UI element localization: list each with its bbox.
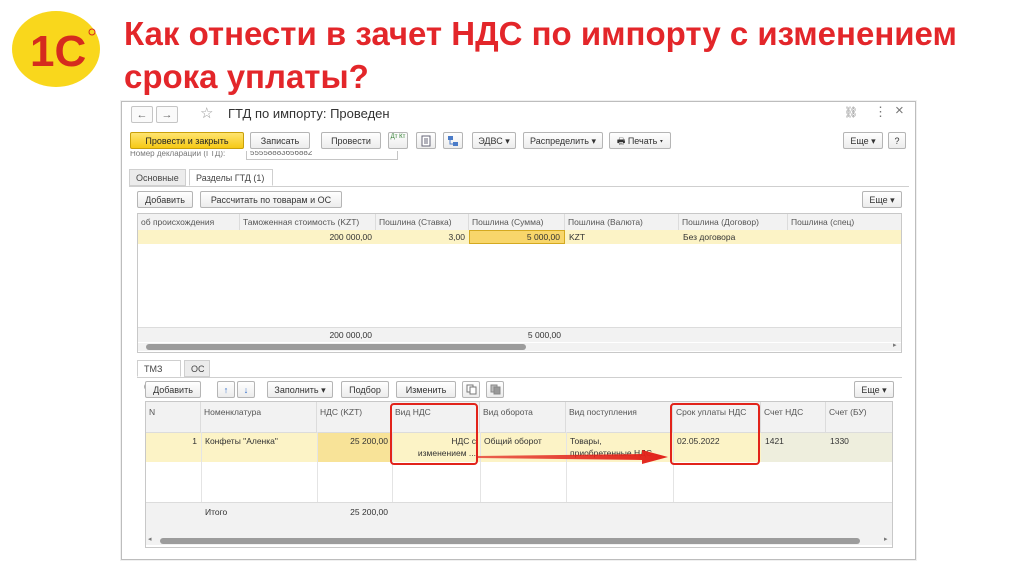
sections-add-button[interactable]: Добавить [137, 191, 193, 208]
more-vert-icon[interactable]: ⋮ [874, 104, 887, 120]
customs-value-cell: 200 000,00 [329, 232, 372, 242]
column-header[interactable]: Таможенная стоимость (KZT) [240, 214, 376, 230]
select-button[interactable]: Подбор [341, 381, 389, 398]
column-header[interactable]: Пошлина (Валюта) [565, 214, 679, 230]
scrollbar-thumb[interactable] [160, 538, 860, 544]
change-button[interactable]: Изменить [396, 381, 456, 398]
logo-text: 1С [30, 27, 86, 76]
printer-icon: 🖶 [616, 136, 628, 146]
vat-account-cell: 1421 [761, 433, 826, 462]
table-row[interactable]: 200 000,00 3,00 5 000,00 KZT Без договор… [138, 230, 901, 244]
tab-tmz[interactable]: ТМЗ (1) [137, 360, 181, 391]
arrow-icon [476, 450, 668, 464]
post-and-close-button[interactable]: Провести и закрыть [130, 132, 244, 149]
item-cell: Конфеты "Аленка" [205, 436, 278, 446]
horizontal-scrollbar[interactable]: ▸ [138, 341, 901, 351]
bu-account-cell: 1330 [826, 433, 892, 462]
print-dropdown[interactable]: 🖶 Печать ▾ [609, 132, 671, 149]
row-number: 1 [192, 436, 197, 446]
duty-sum-cell[interactable]: 5 000,00 [469, 230, 565, 244]
declaration-number-label: Номер декларации (ГТД): [130, 151, 226, 158]
column-header[interactable]: N [146, 402, 201, 432]
more-button[interactable]: Еще ▾ [843, 132, 883, 149]
column-header[interactable]: Счет НДС [761, 402, 826, 432]
column-header[interactable]: Вид оборота [480, 402, 566, 432]
post-button[interactable]: Провести [321, 132, 381, 149]
sections-more-button[interactable]: Еще ▾ [862, 191, 902, 208]
tab-main[interactable]: Основные [129, 169, 186, 186]
scroll-left-icon[interactable]: ◂ [148, 535, 152, 543]
document-window: ← → ☆ ГТД по импорту: Проведен ⛓ ⋮ × Про… [121, 101, 916, 560]
fill-dropdown[interactable]: Заполнить ▾ [267, 381, 333, 398]
vat-amount-cell[interactable]: 25 200,00 [317, 433, 392, 462]
back-icon[interactable]: ← [131, 106, 153, 123]
paste-icon[interactable] [486, 381, 504, 398]
duty-contract-cell: Без договора [683, 232, 736, 242]
scroll-right-icon[interactable]: ▸ [884, 535, 888, 543]
print-label: Печать ▾ [627, 136, 664, 146]
goods-add-button[interactable]: Добавить [145, 381, 201, 398]
totals-row: 200 000,00 5 000,00 [138, 327, 901, 342]
gtd-sections-table: об происхождения Таможенная стоимость (K… [137, 213, 902, 353]
structure-icon[interactable] [443, 132, 463, 149]
forward-icon[interactable]: → [156, 106, 178, 123]
column-header[interactable]: Пошлина (спец) [788, 214, 901, 230]
tab-os[interactable]: ОС [184, 360, 210, 377]
report-icon[interactable] [416, 132, 436, 149]
column-header[interactable]: Номенклатура [201, 402, 317, 432]
column-header[interactable]: Пошлина (Сумма) [469, 214, 565, 230]
slide-title: Как отнести в зачет НДС по импорту с изм… [124, 15, 957, 95]
declaration-number-field[interactable]: 55558883656882 [246, 151, 398, 160]
customs-value-total: 200 000,00 [329, 330, 372, 340]
duty-rate-cell: 3,00 [448, 232, 465, 242]
receipt-line1: Товары, [570, 436, 602, 446]
1c-logo: 1С [10, 8, 102, 90]
move-down-icon[interactable]: ↓ [237, 381, 255, 398]
duty-currency-cell: KZT [569, 232, 586, 242]
distribute-dropdown[interactable]: Распределить ▾ [523, 132, 603, 149]
edvs-dropdown[interactable]: ЭДВС ▾ [472, 132, 516, 149]
tab-gtd-sections[interactable]: Разделы ГТД (1) [189, 169, 273, 186]
duty-sum-total: 5 000,00 [527, 330, 561, 340]
column-header[interactable]: об происхождения [138, 214, 240, 230]
calculate-button[interactable]: Рассчитать по товарам и ОС [200, 191, 342, 208]
goods-table: N Номенклатура НДС (KZT) Вид НДС Вид обо… [145, 401, 893, 548]
copy-icon[interactable] [462, 381, 480, 398]
star-icon[interactable]: ☆ [200, 104, 213, 122]
column-header[interactable]: НДС (KZT) [317, 402, 392, 432]
move-up-icon[interactable]: ↑ [217, 381, 235, 398]
goods-more-button[interactable]: Еще ▾ [854, 381, 894, 398]
dt-kt-icon[interactable]: Дт Кт [388, 132, 408, 149]
scroll-right-icon[interactable]: ▸ [893, 341, 897, 349]
column-header[interactable]: Пошлина (Ставка) [376, 214, 469, 230]
save-button[interactable]: Записать [250, 132, 310, 149]
total-vat: 25 200,00 [350, 507, 388, 517]
column-header[interactable]: Счет (БУ) [826, 402, 892, 432]
link-icon[interactable]: ⛓ [844, 106, 858, 119]
close-icon[interactable]: × [895, 102, 904, 119]
help-button[interactable]: ? [888, 132, 906, 149]
goods-horizontal-scrollbar[interactable]: ◂ ▸ [146, 535, 892, 545]
column-header[interactable]: Пошлина (Договор) [679, 214, 788, 230]
totals-row: Итого 25 200,00 [146, 502, 892, 537]
column-header[interactable]: Вид поступления [566, 402, 673, 432]
vat-type-highlight [390, 403, 478, 465]
window-title: ГТД по импорту: Проведен [228, 106, 390, 121]
turnover-cell: Общий оборот [484, 436, 542, 446]
scrollbar-thumb[interactable] [146, 344, 526, 350]
total-label: Итого [205, 507, 228, 517]
due-date-highlight [670, 403, 760, 465]
